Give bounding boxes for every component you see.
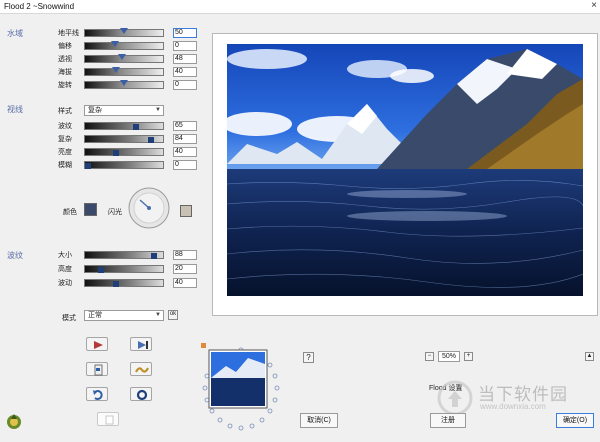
ok-button[interactable]: 确定(O) (556, 413, 594, 428)
rotation-slider[interactable] (84, 80, 164, 89)
light-direction-dial[interactable] (127, 186, 171, 230)
zoom-level[interactable]: 50% (438, 351, 460, 362)
section-view-label: 视线 (7, 105, 23, 114)
title-bar: Flood 2 ~Snowwind × (0, 0, 600, 14)
color-label: 颜色 (63, 209, 77, 216)
chevron-down-icon: ▼ (155, 312, 161, 318)
open-file-button[interactable] (86, 362, 108, 376)
preview-panel (212, 33, 598, 316)
brightness-value[interactable]: 40 (173, 147, 197, 157)
zoom-in-button[interactable]: + (464, 352, 473, 361)
watermark-url: www.downxia.com (480, 402, 546, 411)
height-value[interactable]: 20 (173, 264, 197, 274)
mode-label: 模式 (62, 315, 76, 322)
mode-ok-button[interactable]: ok (168, 310, 178, 320)
document-icon (94, 364, 103, 376)
size-label: 大小 (58, 252, 72, 259)
mode-select-value: 正常 (88, 312, 102, 319)
app-logo-icon (7, 414, 21, 429)
slider-thumb[interactable] (120, 80, 128, 86)
complexity-slider[interactable] (84, 135, 164, 143)
preview-image (227, 44, 583, 296)
horizon-slider[interactable] (84, 28, 164, 37)
offset-value[interactable]: 0 (173, 41, 197, 51)
size-slider[interactable] (84, 251, 164, 259)
slider-thumb[interactable] (97, 267, 104, 273)
wave-value[interactable]: 65 (173, 121, 197, 131)
wave-slider[interactable] (84, 122, 164, 130)
slider-thumb[interactable] (113, 150, 120, 156)
style-label: 样式 (58, 108, 72, 115)
section-ripple-label: 波纹 (7, 251, 23, 260)
glint-label: 闪光 (108, 209, 122, 216)
blur-slider[interactable] (84, 161, 164, 169)
undulation-label: 波动 (58, 280, 72, 287)
undulation-slider[interactable] (84, 279, 164, 287)
close-icon[interactable]: × (591, 1, 597, 11)
horizon-value[interactable]: 50 (173, 28, 197, 38)
offset-label: 偏移 (58, 43, 72, 50)
preset-thumbnail-ring[interactable] (196, 342, 286, 438)
register-button[interactable]: 注册 (430, 413, 466, 428)
wave-preset-button[interactable] (130, 362, 152, 376)
page-icon (105, 415, 114, 425)
section-water-label: 水域 (7, 29, 23, 38)
play-icon (94, 341, 103, 349)
slider-thumb[interactable] (150, 253, 157, 259)
complexity-value[interactable]: 84 (173, 134, 197, 144)
slider-thumb[interactable] (85, 163, 92, 169)
slider-thumb[interactable] (118, 54, 127, 60)
blur-value[interactable]: 0 (173, 160, 197, 170)
wave-icon (135, 367, 149, 373)
altitude-value[interactable]: 40 (173, 67, 197, 77)
watermark-logo-icon (437, 380, 473, 416)
help-button[interactable]: ? (303, 352, 314, 363)
altitude-slider[interactable] (84, 67, 164, 76)
cancel-button[interactable]: 取消(C) (300, 413, 338, 428)
disabled-tool-button[interactable] (97, 412, 119, 426)
slider-thumb[interactable] (147, 137, 154, 143)
play-blue-button[interactable] (130, 337, 152, 351)
complexity-label: 复杂 (58, 136, 72, 143)
rotation-label: 旋转 (58, 82, 72, 89)
glint-color-swatch[interactable] (180, 205, 192, 217)
rotation-value[interactable]: 0 (173, 80, 197, 90)
undo-icon (93, 390, 103, 400)
brightness-slider[interactable] (84, 148, 164, 156)
ring-icon (136, 389, 148, 401)
scroll-up-button[interactable]: ▲ (585, 352, 594, 361)
play-red-button[interactable] (86, 337, 108, 351)
undulation-value[interactable]: 40 (173, 278, 197, 288)
height-slider[interactable] (84, 265, 164, 273)
blur-label: 模糊 (58, 162, 72, 169)
perspective-slider[interactable] (84, 54, 164, 63)
window-title: Flood 2 ~Snowwind (4, 2, 75, 11)
style-select-value: 复杂 (88, 107, 102, 114)
slider-thumb[interactable] (132, 124, 139, 130)
horizon-label: 地平线 (58, 30, 79, 37)
zoom-out-button[interactable]: − (425, 352, 434, 361)
play-forward-icon (138, 341, 148, 349)
perspective-label: 透视 (58, 56, 72, 63)
offset-slider[interactable] (84, 41, 164, 50)
undo-button[interactable] (86, 387, 108, 401)
water-color-swatch[interactable] (84, 203, 97, 216)
brightness-label: 亮度 (58, 149, 72, 156)
style-select[interactable]: 复杂 ▼ (84, 105, 164, 116)
mode-select[interactable]: 正常 ▼ (84, 310, 164, 321)
slider-thumb[interactable] (120, 28, 128, 34)
slider-thumb[interactable] (110, 41, 119, 47)
reset-button[interactable] (130, 387, 152, 401)
size-value[interactable]: 88 (173, 250, 197, 260)
slider-thumb[interactable] (113, 281, 120, 287)
height-label: 高度 (58, 266, 72, 273)
thumbnail-marker-icon (201, 343, 206, 348)
wave-label: 波纹 (58, 123, 72, 130)
altitude-label: 海拔 (58, 69, 72, 76)
perspective-value[interactable]: 48 (173, 54, 197, 64)
slider-thumb[interactable] (112, 67, 121, 73)
chevron-down-icon: ▼ (155, 107, 161, 113)
